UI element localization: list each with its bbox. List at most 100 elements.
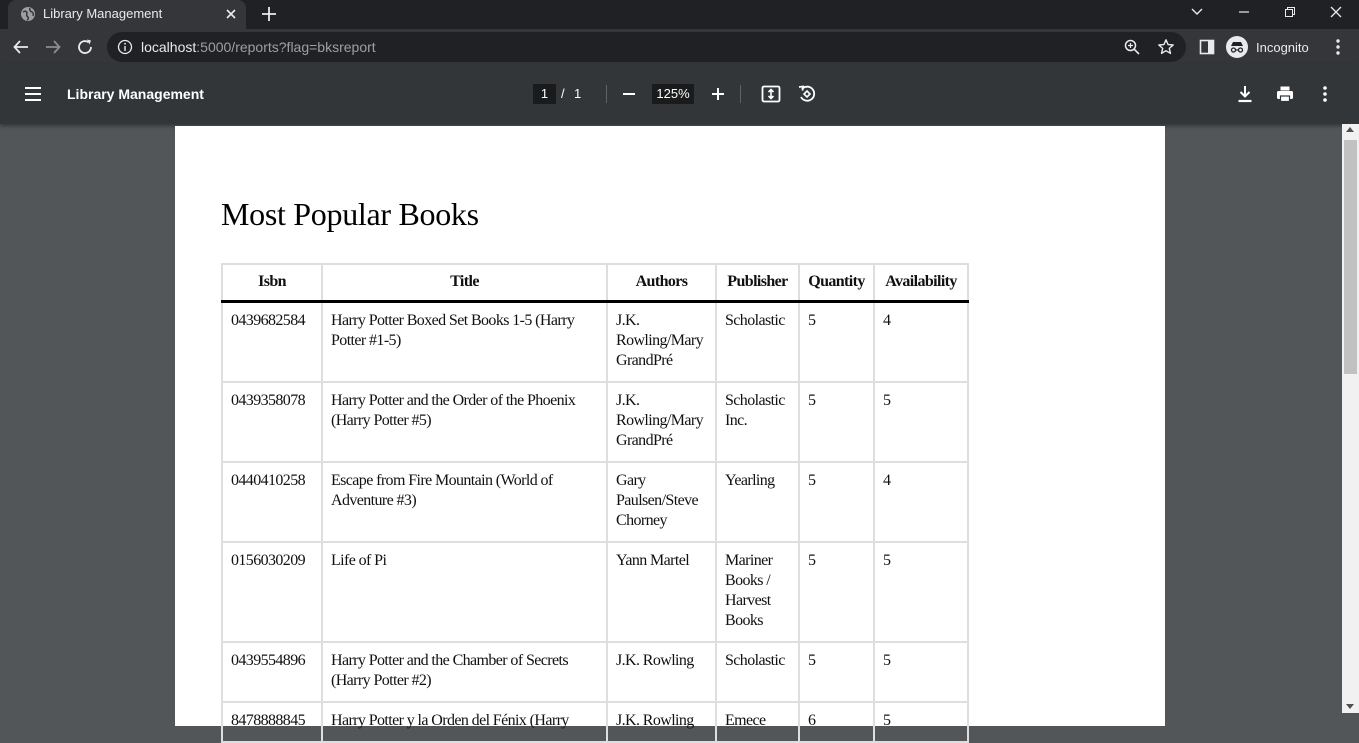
pdf-more-button[interactable]	[1313, 82, 1337, 106]
cell-quantity: 5	[798, 460, 875, 543]
tab-strip: Library Management	[0, 0, 1359, 29]
download-button[interactable]	[1233, 82, 1257, 106]
browser-menu-button[interactable]	[1325, 34, 1351, 60]
pdf-title: Library Management	[67, 86, 204, 102]
table-row: 0440410258 Escape from Fire Mountain (Wo…	[221, 460, 969, 543]
column-header-publisher: Publisher	[715, 263, 800, 303]
side-panel-button[interactable]	[1194, 34, 1220, 60]
url-host: localhost	[141, 39, 197, 55]
reload-icon	[78, 39, 92, 54]
chevron-down-icon	[1191, 8, 1203, 15]
cell-availability: 5	[873, 700, 969, 743]
rotate-button[interactable]	[795, 82, 819, 106]
cell-authors: J.K. Rowling	[606, 700, 717, 743]
column-header-title: Title	[321, 263, 608, 303]
rotate-icon	[798, 85, 816, 102]
cell-availability: 5	[873, 640, 969, 703]
page-separator: /	[561, 86, 565, 101]
table-row: 8478888845 Harry Potter y la Orden del F…	[221, 700, 969, 743]
cell-publisher: Yearling	[715, 460, 800, 543]
restore-button[interactable]	[1267, 0, 1313, 24]
cell-authors: Yann Martel	[606, 540, 717, 643]
arrow-right-icon	[46, 40, 61, 54]
incognito-icon	[1226, 36, 1248, 58]
minus-icon	[623, 93, 635, 95]
scrollbar[interactable]	[1342, 124, 1359, 713]
zoom-icon[interactable]	[1123, 38, 1141, 56]
star-icon[interactable]	[1157, 38, 1175, 56]
cell-title: Harry Potter and the Order of the Phoeni…	[321, 380, 608, 463]
cell-publisher: Scholastic	[715, 640, 800, 703]
cell-quantity: 5	[798, 380, 875, 463]
column-header-authors: Authors	[606, 263, 717, 303]
toolbar-divider	[740, 85, 741, 103]
back-button[interactable]	[8, 34, 34, 60]
side-panel-icon	[1199, 39, 1215, 55]
cell-availability: 4	[873, 300, 969, 383]
minimize-icon	[1239, 11, 1249, 13]
table-row: 0439554896 Harry Potter and the Chamber …	[221, 640, 969, 703]
new-tab-icon[interactable]	[258, 3, 280, 25]
close-icon	[1330, 6, 1342, 18]
address-bar[interactable]: localhost:5000/reports?flag=bksreport	[107, 32, 1186, 62]
cell-authors: J.K. Rowling/Mary GrandPré	[606, 380, 717, 463]
page-number-input[interactable]: 1	[533, 84, 556, 104]
pdf-page: Most Popular Books Isbn Title Authors Pu…	[175, 126, 1165, 743]
url-path: :5000/reports?flag=bksreport	[196, 39, 376, 55]
info-icon[interactable]	[117, 39, 133, 55]
zoom-in-button[interactable]	[706, 82, 730, 106]
column-header-quantity: Quantity	[798, 263, 875, 303]
incognito-indicator[interactable]: Incognito	[1226, 34, 1309, 60]
cell-quantity: 6	[798, 700, 875, 743]
arrow-left-icon	[13, 40, 28, 54]
column-header-isbn: Isbn	[221, 263, 323, 303]
zoom-level-input[interactable]: 125%	[652, 84, 694, 104]
cell-title: Harry Potter Boxed Set Books 1-5 (Harry …	[321, 300, 608, 383]
plus-icon	[712, 88, 724, 100]
forward-button[interactable]	[40, 34, 66, 60]
close-tab-icon[interactable]	[222, 5, 240, 23]
browser-toolbar: localhost:5000/reports?flag=bksreport In…	[0, 29, 1359, 65]
toolbar-divider	[606, 85, 607, 103]
cell-quantity: 5	[798, 300, 875, 383]
cell-publisher: Emece	[715, 700, 800, 743]
url-text[interactable]: localhost:5000/reports?flag=bksreport	[141, 39, 376, 55]
minimize-button[interactable]	[1221, 0, 1267, 24]
cell-title: Life of Pi	[321, 540, 608, 643]
cell-isbn: 0439358078	[221, 380, 323, 463]
page-total: 1	[574, 86, 582, 101]
print-button[interactable]	[1273, 82, 1297, 106]
scrollbar-thumb[interactable]	[1344, 140, 1357, 374]
cell-authors: J.K. Rowling/Mary GrandPré	[606, 300, 717, 383]
column-header-availability: Availability	[873, 263, 969, 303]
scroll-down-arrow-icon[interactable]	[1346, 704, 1354, 709]
more-vertical-icon	[1323, 86, 1327, 102]
cell-title: Escape from Fire Mountain (World of Adve…	[321, 460, 608, 543]
cell-availability: 5	[873, 380, 969, 463]
tab-library-management[interactable]: Library Management	[8, 0, 246, 29]
cell-isbn: 0440410258	[221, 460, 323, 543]
cell-authors: Gary Paulsen/Steve Chorney	[606, 460, 717, 543]
cell-title: Harry Potter and the Chamber of Secrets …	[321, 640, 608, 703]
table-row: 0439682584 Harry Potter Boxed Set Books …	[221, 300, 969, 383]
reload-button[interactable]	[72, 34, 98, 60]
fit-page-icon	[761, 85, 781, 103]
cell-title: Harry Potter y la Orden del Fénix (Harry	[321, 700, 608, 743]
menu-icon[interactable]	[22, 83, 44, 105]
scroll-up-arrow-icon[interactable]	[1346, 127, 1354, 132]
print-icon	[1277, 86, 1293, 103]
cell-quantity: 5	[798, 640, 875, 703]
tab-title: Library Management	[43, 6, 163, 21]
table-row: 0439358078 Harry Potter and the Order of…	[221, 380, 969, 463]
books-table: Isbn Title Authors Publisher Quantity Av…	[221, 263, 969, 743]
cell-isbn: 0156030209	[221, 540, 323, 643]
fit-to-page-button[interactable]	[759, 82, 783, 106]
cell-isbn: 0439682584	[221, 300, 323, 383]
tab-search-button[interactable]	[1174, 0, 1220, 24]
close-window-button[interactable]	[1313, 0, 1359, 24]
cell-authors: J.K. Rowling	[606, 640, 717, 703]
zoom-out-button[interactable]	[617, 82, 641, 106]
incognito-label: Incognito	[1256, 39, 1309, 55]
cell-isbn: 8478888845	[221, 700, 323, 743]
cell-publisher: Scholastic	[715, 300, 800, 383]
